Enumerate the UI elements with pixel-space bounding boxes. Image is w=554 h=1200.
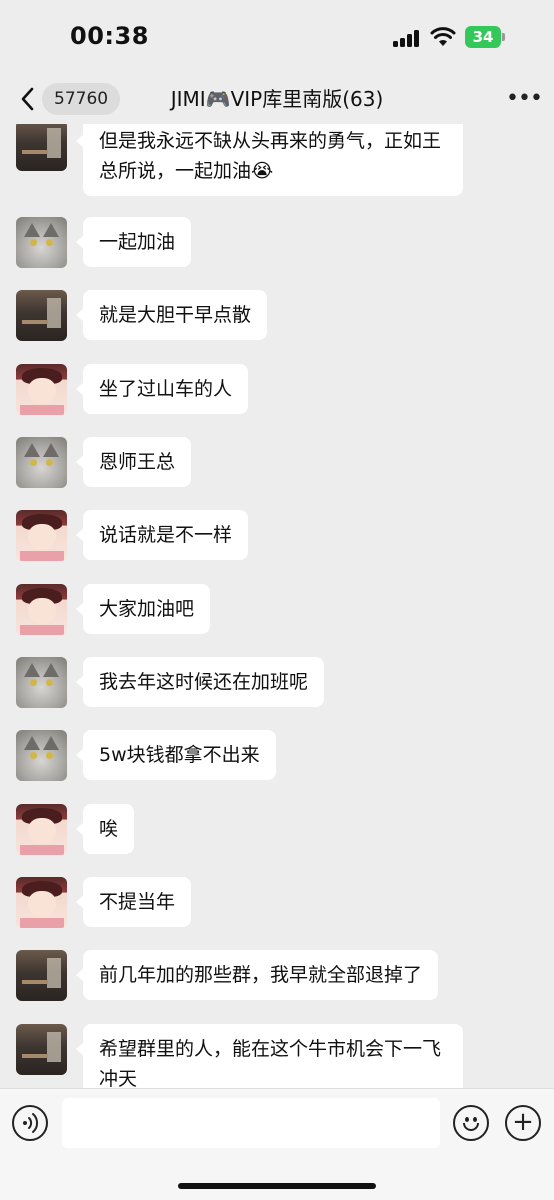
avatar[interactable]	[16, 510, 67, 561]
message-bubble[interactable]: 唉	[75, 804, 135, 854]
message-bubble[interactable]: 一起加油	[75, 217, 192, 267]
more-icon[interactable]: •••	[506, 86, 543, 112]
chat-header: 57760 JIMI🎮VIP库里南版(63) •••	[0, 74, 554, 124]
message-bubble[interactable]: 不提当年	[75, 877, 192, 927]
input-toolbar: +	[0, 1088, 554, 1200]
avatar[interactable]	[16, 804, 67, 855]
plus-icon[interactable]: +	[505, 1105, 541, 1141]
wifi-icon	[430, 26, 456, 48]
message-list[interactable]: 但是我永远不缺从头再来的勇气，正如王总所说，一起加油😭 一起加油 就是大胆干早点…	[0, 124, 554, 1088]
avatar[interactable]	[16, 437, 67, 488]
message-bubble[interactable]: 大家加油吧	[75, 584, 211, 634]
emoji-icon[interactable]	[453, 1105, 489, 1141]
message-bubble[interactable]: 前几年加的那些群，我早就全部退掉了	[75, 950, 439, 1000]
signal-icon	[393, 30, 423, 47]
avatar[interactable]	[16, 950, 67, 1001]
message-bubble[interactable]: 坐了过山车的人	[75, 364, 249, 414]
message-bubble[interactable]: 恩师王总	[75, 437, 192, 487]
message-bubble[interactable]: 说话就是不一样	[75, 510, 249, 560]
avatar[interactable]	[16, 217, 67, 268]
voice-icon[interactable]	[12, 1105, 48, 1141]
message-bubble[interactable]: 希望群里的人，能在这个牛市机会下一飞冲天	[76, 1024, 463, 1088]
group-title[interactable]: JIMI🎮VIP库里南版(63)	[150, 84, 404, 114]
avatar[interactable]	[16, 877, 67, 928]
avatar[interactable]	[16, 584, 67, 635]
back-icon[interactable]	[18, 86, 38, 112]
avatar[interactable]	[16, 657, 67, 708]
avatar[interactable]	[16, 290, 67, 341]
avatar[interactable]	[16, 730, 67, 781]
unread-count-badge[interactable]: 57760	[42, 83, 121, 115]
status-bar: 00:38 34	[0, 0, 554, 74]
avatar[interactable]	[16, 124, 67, 171]
battery-icon: 34	[465, 26, 505, 48]
message-bubble[interactable]: 但是我永远不缺从头再来的勇气，正如王总所说，一起加油😭	[76, 124, 463, 196]
avatar[interactable]	[16, 364, 67, 415]
home-indicator	[178, 1183, 376, 1189]
avatar[interactable]	[16, 1024, 67, 1075]
message-bubble[interactable]: 我去年这时候还在加班呢	[75, 657, 325, 707]
status-time: 00:38	[70, 22, 149, 50]
message-bubble[interactable]: 就是大胆干早点散	[75, 290, 268, 340]
battery-level: 34	[465, 26, 501, 48]
message-bubble[interactable]: 5w块钱都拿不出来	[76, 730, 276, 780]
message-input[interactable]	[62, 1098, 440, 1148]
